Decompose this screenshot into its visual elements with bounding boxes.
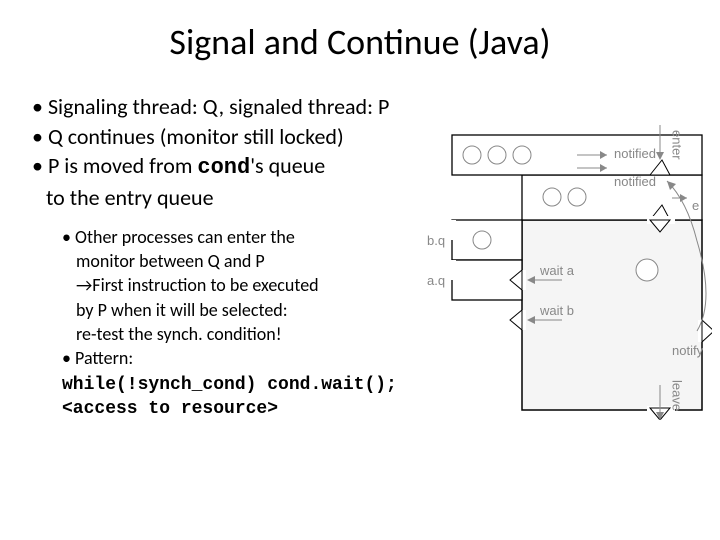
bullet-1: Signaling thread: Q, signaled thread: P (32, 92, 688, 122)
bullet-3a: P is moved from (48, 152, 197, 179)
sub-1b: monitor between Q and P (62, 250, 265, 272)
sub-1a: Other processes can enter the (75, 226, 295, 248)
bullet-3b: 's queue (250, 152, 325, 179)
label-notified-1: notified (614, 146, 656, 161)
label-waita: wait a (539, 263, 575, 278)
slide: Signal and Continue (Java) Signaling thr… (0, 0, 720, 540)
cond-code: cond (197, 155, 250, 180)
label-notified-2: notified (614, 174, 656, 189)
sub-1c: →First instruction to be executed (62, 274, 319, 296)
label-enter: enter (670, 130, 685, 160)
label-e: e (692, 198, 699, 213)
label-aq: a.q (427, 273, 445, 288)
page-title: Signal and Continue (Java) (32, 20, 688, 64)
label-leave: leave (670, 380, 685, 411)
label-notify: notify (672, 343, 704, 358)
label-bq: b.q (427, 233, 445, 248)
monitor-diagram: enter notified notified e b.q a.q wait a… (422, 120, 712, 420)
label-waitb: wait b (539, 303, 574, 318)
sub-1d: by P when it will be selected: (62, 299, 288, 321)
bullet-3c: to the entry queue (32, 184, 214, 211)
sub-1e: re-test the synch. condition! (62, 323, 282, 345)
